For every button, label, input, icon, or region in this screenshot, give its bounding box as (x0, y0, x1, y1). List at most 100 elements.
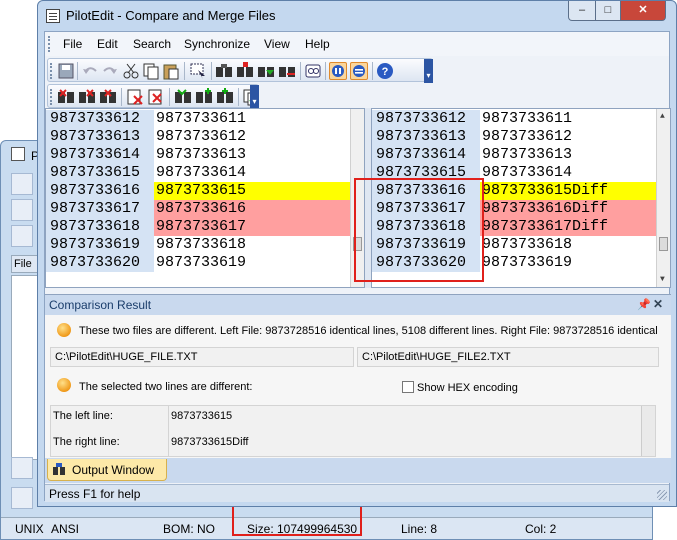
toolbar-overflow-icon[interactable]: ▾ (250, 85, 259, 109)
line-text[interactable]: 9873733612 (480, 128, 670, 146)
line-number: 9873733619 (46, 236, 154, 254)
compare-line[interactable]: 9873733615 9873733614 (46, 164, 364, 182)
scrollbar-thumb[interactable] (659, 237, 668, 251)
toolbar-button[interactable] (11, 457, 33, 479)
binary-icon[interactable] (304, 62, 322, 80)
line-text[interactable]: 9873733619 (154, 254, 364, 272)
menu-help[interactable]: Help (305, 37, 330, 51)
save-icon[interactable] (57, 62, 75, 80)
copy-icon[interactable] (142, 62, 160, 80)
cut-icon[interactable] (122, 62, 140, 80)
line-text[interactable]: 9873733612 (154, 128, 364, 146)
line-text[interactable]: 9873733611 (154, 110, 364, 128)
menu-view[interactable]: View (264, 37, 290, 51)
delete-file-icon[interactable] (126, 88, 144, 106)
compare-line[interactable]: 9873733617 9873733616 (46, 200, 364, 218)
bottom-tab-strip: Output Window (45, 458, 671, 483)
menu-file[interactable]: File (63, 37, 82, 51)
sync-scroll-icon[interactable] (329, 62, 347, 80)
toolbar-grip[interactable] (50, 63, 53, 79)
line-number: 9873733612 (46, 110, 154, 128)
compare-prev-icon[interactable] (236, 62, 254, 80)
output-window-icon (53, 463, 65, 475)
line-number: 9873733612 (372, 110, 480, 128)
line-text[interactable]: 9873733613 (154, 146, 364, 164)
merge-to-right-icon[interactable] (78, 88, 96, 106)
close-icon[interactable]: ✕ (653, 297, 663, 311)
compare-icon[interactable] (215, 62, 233, 80)
close-button[interactable]: ✕ (620, 1, 666, 21)
line-text[interactable]: 9873733617Diff (480, 218, 670, 236)
app-icon (11, 147, 25, 161)
compare-line[interactable]: 9873733612 9873733611 (372, 110, 670, 128)
status-encoding: UNIX (15, 522, 44, 536)
minimize-button[interactable]: – (568, 1, 596, 21)
line-text[interactable]: 9873733613 (480, 146, 670, 164)
copy-all-icon[interactable] (216, 88, 234, 106)
comparison-result-header: Comparison Result 📌 ✕ (45, 295, 671, 315)
maximize-button[interactable]: □ (595, 1, 621, 21)
compare-line[interactable]: 9873733612 9873733611 (46, 110, 364, 128)
right-vertical-scrollbar[interactable]: ▲ ▼ (656, 109, 670, 287)
compare-line[interactable]: 9873733614 9873733613 (46, 146, 364, 164)
pin-icon[interactable]: 📌 (637, 298, 651, 311)
line-text[interactable]: 9873733619 (480, 254, 670, 272)
toolbar-button[interactable] (11, 225, 33, 247)
line-number: 9873733620 (46, 254, 154, 272)
toolbar-grip[interactable] (50, 89, 53, 105)
compare-line[interactable]: 9873733613 9873733612 (372, 128, 670, 146)
line-text[interactable]: 9873733617 (154, 218, 364, 236)
menu-search[interactable]: Search (133, 37, 171, 51)
scroll-up-icon[interactable]: ▲ (660, 112, 665, 121)
ignore-whitespace-icon[interactable] (350, 62, 368, 80)
scroll-down-icon[interactable]: ▼ (660, 275, 665, 284)
compare-options-icon[interactable] (278, 62, 296, 80)
tab-output-window[interactable]: Output Window (47, 459, 167, 481)
menu-synchronize[interactable]: Synchronize (184, 37, 250, 51)
left-compare-pane[interactable]: 9873733612 9873733611 9873733613 9873733612… (45, 108, 365, 288)
compare-next-icon[interactable] (257, 62, 275, 80)
compare-line[interactable]: 9873733620 9873733619 (46, 254, 364, 272)
line-text[interactable]: 9873733618 (480, 236, 670, 254)
help-icon[interactable]: ? (376, 62, 394, 80)
menu-grip[interactable] (48, 36, 51, 52)
line-text[interactable]: 9873733614 (154, 164, 364, 182)
select-icon[interactable] (189, 62, 207, 80)
delete-all-icon[interactable] (99, 88, 117, 106)
left-line-label: The left line: (53, 410, 113, 422)
delete-left-icon[interactable] (57, 88, 75, 106)
compare-line[interactable]: 9873733616 9873733615 (46, 182, 364, 200)
title-bar[interactable]: PilotEdit - Compare and Merge Files – □ … (38, 1, 676, 31)
copy-left-icon[interactable] (174, 88, 192, 106)
show-hex-checkbox[interactable] (402, 381, 414, 393)
line-text[interactable]: 9873733611 (480, 110, 670, 128)
line-text[interactable]: 9873733618 (154, 236, 364, 254)
copy-right-icon[interactable] (195, 88, 213, 106)
line-text[interactable]: 9873733616Diff (480, 200, 670, 218)
paste-icon[interactable] (162, 62, 180, 80)
toolbar-button[interactable] (11, 199, 33, 221)
clear-icon[interactable] (147, 88, 165, 106)
line-text[interactable]: 9873733614 (480, 164, 670, 182)
line-number: 9873733618 (46, 218, 154, 236)
lines-scrollbar[interactable] (641, 406, 655, 456)
compare-line[interactable]: 9873733618 9873733617 (46, 218, 364, 236)
line-text[interactable]: 9873733616 (154, 200, 364, 218)
toolbar-button[interactable] (11, 173, 33, 195)
left-line-value: 9873733615 (171, 410, 233, 422)
status-col: Col: 2 (525, 522, 557, 536)
line-number: 9873733616 (46, 182, 154, 200)
menu-edit[interactable]: Edit (97, 37, 118, 51)
menu-bar: File Edit Search Synchronize View Help (45, 32, 669, 56)
compare-line[interactable]: 9873733613 9873733612 (46, 128, 364, 146)
redo-icon[interactable] (101, 62, 119, 80)
resize-grip[interactable] (657, 490, 667, 500)
undo-icon[interactable] (81, 62, 99, 80)
compare-line[interactable]: 9873733614 9873733613 (372, 146, 670, 164)
line-number-highlight-box (354, 178, 484, 282)
toolbar-overflow-icon[interactable]: ▾ (424, 59, 433, 83)
toolbar-button[interactable] (11, 487, 33, 509)
line-text[interactable]: 9873733615 (154, 182, 364, 200)
compare-line[interactable]: 9873733619 9873733618 (46, 236, 364, 254)
line-text[interactable]: 9873733615Diff (480, 182, 670, 200)
